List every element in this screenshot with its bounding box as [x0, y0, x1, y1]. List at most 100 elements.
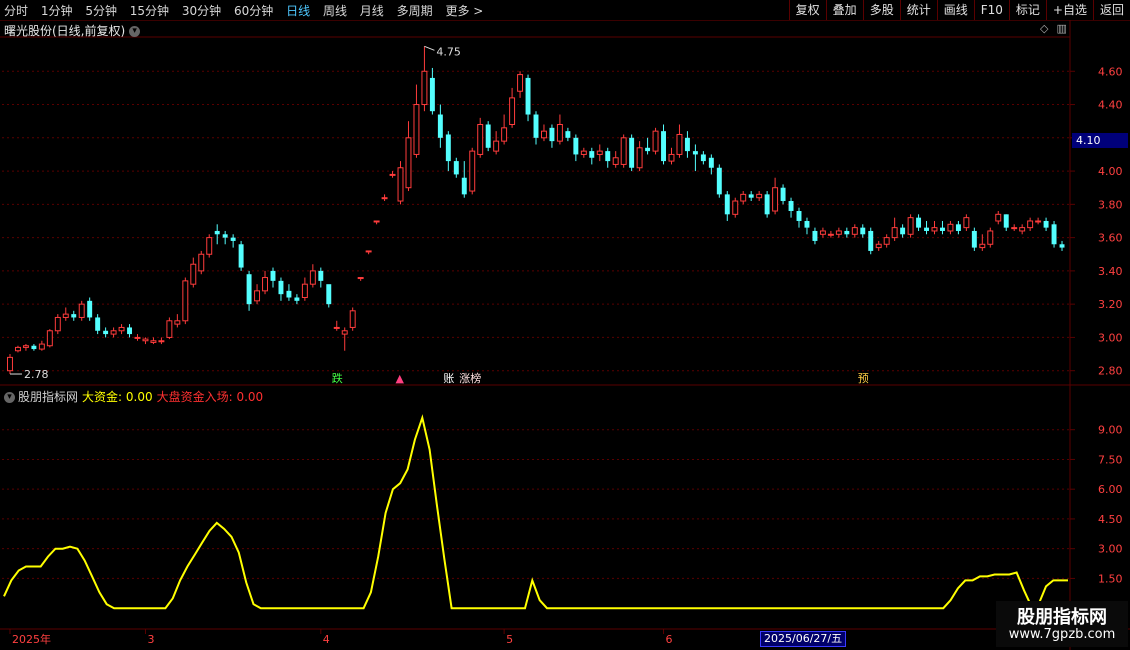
candle-body-down — [31, 345, 37, 350]
candle-body-up — [365, 250, 372, 253]
stock-title-text: 曙光股份(日线,前复权) — [4, 24, 126, 38]
candle-body-down — [916, 217, 922, 228]
candle-body-down — [645, 147, 651, 152]
candle-body-up — [110, 330, 117, 335]
candle-body-up — [540, 130, 547, 139]
candle-body-up — [827, 233, 834, 236]
current-price-badge: 4.10 — [1072, 133, 1128, 148]
candle-body-down — [461, 177, 467, 195]
candle-body-down — [589, 151, 595, 158]
candle-body-up — [652, 130, 659, 152]
candle-body-up — [875, 243, 882, 249]
candle-body-up — [389, 173, 396, 176]
date-tick-label: 3 — [147, 633, 154, 646]
candle-body-down — [533, 114, 539, 138]
high-price-label: 4.75 — [436, 45, 461, 58]
candle-body-down — [629, 137, 635, 168]
candle-body-up — [150, 340, 157, 343]
diamond-icon[interactable]: ◇ — [1040, 22, 1048, 35]
candle-body-up — [835, 230, 842, 235]
cursor-date-label: 2025/06/27/五 — [760, 631, 847, 647]
indicator-tick-label: 9.00 — [1098, 424, 1123, 437]
candle-body-down — [764, 194, 770, 215]
candle-body-up — [333, 326, 340, 329]
candle-body-down — [565, 131, 571, 138]
candle-body-down — [95, 317, 101, 331]
candle-body-up — [190, 263, 197, 285]
candle-body-up — [740, 193, 747, 202]
indicator-tick-label: 1.50 — [1098, 572, 1123, 585]
candle-body-down — [270, 270, 276, 281]
candle-body-up — [819, 230, 826, 235]
candle-body-down — [230, 237, 236, 241]
watermark-url: www.7gpzb.com — [1008, 627, 1116, 642]
candle-body-up — [891, 227, 898, 239]
date-tick-label: 4 — [323, 633, 330, 646]
chevron-down-icon[interactable]: ▾ — [129, 26, 141, 37]
high-pointer — [424, 45, 435, 51]
candle-body-down — [844, 230, 850, 235]
price-tick-label: 3.00 — [1098, 331, 1123, 344]
candle-body-down — [780, 187, 786, 202]
candle-body-up — [22, 345, 29, 348]
candle-body-down — [1043, 220, 1049, 228]
candle-body-up — [262, 277, 268, 292]
candle-body-down — [127, 327, 133, 335]
candle-body-up — [1027, 220, 1034, 229]
stock-title[interactable]: 曙光股份(日线,前复权) ▾ — [4, 22, 141, 39]
event-marker: 跌 — [332, 371, 343, 385]
candle-body-down — [860, 227, 866, 235]
indicator-tick-label: 4.50 — [1098, 513, 1123, 526]
candle-body-up — [7, 356, 13, 372]
price-tick-label: 2.80 — [1098, 365, 1123, 378]
candle-body-up — [756, 193, 763, 199]
candle-body-down — [724, 194, 730, 215]
indicator-series-line — [3, 414, 1068, 610]
candle-body-up — [405, 137, 412, 189]
candle-body-up — [477, 124, 484, 155]
event-marker: 账 — [443, 372, 454, 385]
candle-body-down — [788, 201, 794, 211]
indicator-line2-label: 大盘资金入场: 0.00 — [156, 390, 264, 404]
candle-body-down — [453, 161, 459, 175]
candle-body-up — [134, 336, 141, 339]
candle-body-up — [78, 303, 85, 318]
candle-body-down — [318, 270, 324, 281]
candle-body-up — [732, 200, 739, 215]
candle-body-down — [87, 300, 93, 318]
candle-body-down — [326, 284, 332, 305]
candle-body-down — [900, 227, 906, 235]
candle-body-down — [1003, 214, 1009, 228]
date-tick-label: 5 — [506, 633, 513, 646]
candle-body-down — [868, 230, 874, 251]
candle-body-down — [924, 227, 929, 231]
indicator-line1-label: 大资金: 0.00 — [82, 390, 153, 404]
low-price-label: 2.78 — [24, 368, 49, 381]
candle-body-up — [580, 150, 587, 155]
kline-chart[interactable]: 4.604.404.204.003.803.603.403.203.002.80… — [0, 0, 1130, 650]
candle-body-up — [612, 157, 619, 165]
candle-body-down — [286, 290, 292, 298]
candle-body-up — [931, 227, 938, 232]
candle-body-up — [1019, 227, 1026, 232]
indicator-tick-label: 3.00 — [1098, 543, 1123, 556]
panel-toggle-icon[interactable]: ▥ — [1056, 22, 1066, 35]
candle-body-up — [556, 124, 563, 142]
candle-body-up — [1035, 220, 1042, 223]
candle-body-up — [907, 217, 914, 235]
candle-body-down — [222, 234, 228, 238]
candle-body-up — [158, 340, 165, 343]
candle-body-down — [748, 194, 754, 198]
price-tick-label: 3.40 — [1098, 265, 1123, 278]
candle-body-up — [174, 320, 181, 325]
candle-body-up — [421, 70, 428, 106]
chevron-down-icon[interactable]: ▾ — [4, 392, 15, 403]
candle-body-up — [668, 153, 675, 162]
candle-body-up — [596, 150, 603, 155]
candle-body-down — [804, 220, 810, 228]
candle-body-up — [517, 74, 524, 92]
date-tick-label: 6 — [666, 633, 673, 646]
candle-body-up — [142, 338, 149, 342]
candle-body-down — [71, 314, 77, 318]
candle-body-up — [62, 313, 69, 318]
